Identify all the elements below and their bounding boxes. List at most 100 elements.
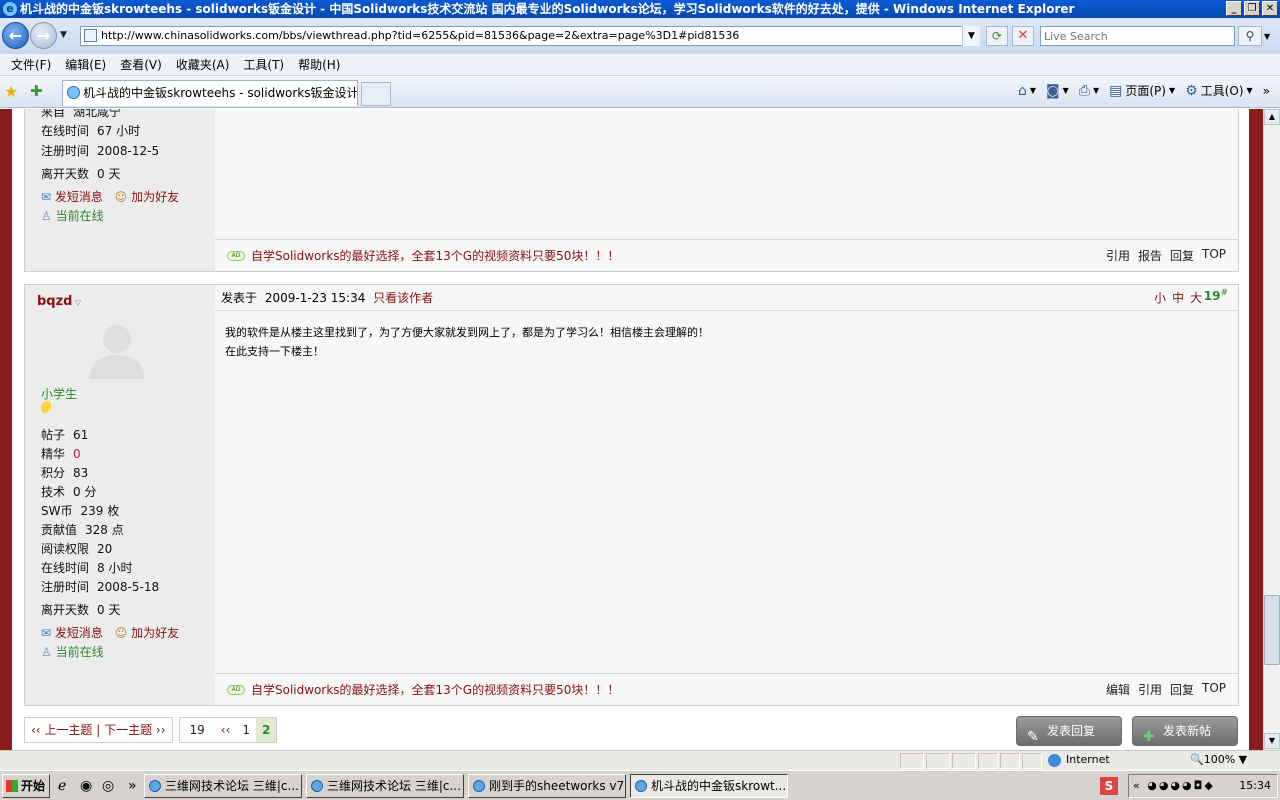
- favorites-star-icon[interactable]: ★: [4, 82, 18, 101]
- minimize-button[interactable]: _: [1226, 1, 1242, 16]
- quicklaunch-more-icon[interactable]: »: [128, 778, 137, 794]
- stat-register-date: 注册时间 2008-5-18: [41, 580, 160, 594]
- tab-current[interactable]: 机斗战的中金钣skrowteehs - solidworks钣金设计 - ...: [62, 80, 358, 106]
- top-link[interactable]: TOP: [1202, 681, 1226, 698]
- new-tab-button[interactable]: [361, 82, 391, 106]
- quote-link[interactable]: 引用: [1138, 681, 1162, 698]
- tools-menu[interactable]: ⚙ 工具(O) ▼: [1185, 82, 1253, 99]
- home-icon: ⌂: [1017, 82, 1027, 99]
- qq-quicklaunch-icon[interactable]: ◉: [80, 778, 92, 794]
- page-border-right: [1249, 109, 1263, 750]
- reply-link[interactable]: 回复: [1170, 681, 1194, 698]
- security-zone[interactable]: Internet: [1046, 753, 1110, 769]
- moon-icon: [41, 401, 55, 415]
- taskbar-item[interactable]: 三维网技术论坛 三维|c...: [144, 774, 302, 798]
- post-author-sidebar: 来自 湖北咸宁 在线时间 67 小时 注册时间 2008-12-5 离开天数 0 天 ✉…: [25, 109, 215, 271]
- ad-link[interactable]: 自学Solidworks的最好选择，全套13个G的视频资料只要50块！！！: [251, 247, 619, 264]
- rss-icon: ◙: [1046, 82, 1060, 99]
- search-input[interactable]: [1041, 27, 1234, 45]
- reply-link[interactable]: 回复: [1170, 247, 1194, 264]
- post-author-sidebar: bqzd ▽ 小学生 帖子 61 精华 0 积分 83 技术 0 分 SW币 239 枚 …: [25, 285, 215, 705]
- online-status-text: 当前在线: [55, 645, 104, 659]
- add-favorites-icon[interactable]: ✚: [30, 82, 43, 100]
- author-actions: ✉ 发短消息 ☺ 加为好友: [41, 624, 179, 643]
- recent-pages-dropdown[interactable]: ▼: [60, 30, 67, 40]
- gear-icon: ⚙: [1185, 82, 1198, 99]
- window-controls: _ ❐ ✕: [1226, 1, 1278, 16]
- more-commands-icon[interactable]: »: [1263, 84, 1270, 98]
- floor-number[interactable]: 19#: [1204, 288, 1228, 303]
- search-options-dropdown[interactable]: ▼: [1264, 32, 1270, 41]
- home-button[interactable]: ⌂ ▼: [1018, 83, 1036, 99]
- menu-view[interactable]: 查看(V): [113, 54, 169, 75]
- new-post-button[interactable]: ✚ 发表新帖: [1132, 716, 1238, 746]
- send-message-link[interactable]: 发短消息: [55, 626, 103, 640]
- menu-help[interactable]: 帮助(H): [291, 54, 347, 75]
- scroll-down-button[interactable]: ▼: [1264, 733, 1280, 749]
- page-prev[interactable]: ‹‹: [215, 718, 237, 742]
- taskbar-item[interactable]: 三维网技术论坛 三维|c...: [306, 774, 464, 798]
- edit-link[interactable]: 编辑: [1106, 681, 1130, 698]
- post-content: AD 自学Solidworks的最好选择，全套13个G的视频资料只要50块！！！…: [215, 109, 1238, 271]
- taskbar-item-active[interactable]: 机斗战的中金钣skrowt...: [630, 774, 788, 798]
- font-size-switch: 小 中 大: [1154, 289, 1202, 306]
- page-total: 19: [189, 723, 205, 737]
- back-button[interactable]: ←: [2, 22, 29, 49]
- search-icon[interactable]: ⚲: [1238, 26, 1262, 46]
- menu-edit[interactable]: 编辑(E): [58, 54, 113, 75]
- stop-icon[interactable]: ✕: [1012, 26, 1034, 46]
- font-large-link[interactable]: 大: [1190, 289, 1202, 306]
- taskbar-item[interactable]: 刚到手的sheetworks v7...: [468, 774, 626, 798]
- plus-icon: ✚: [1143, 729, 1155, 745]
- feeds-button[interactable]: ◙ ▼: [1046, 83, 1069, 99]
- stat-online-time: 在线时间 8 小时: [41, 561, 133, 575]
- font-medium-link[interactable]: 中: [1172, 289, 1184, 306]
- ie-icon: [473, 780, 485, 792]
- page-icon: [84, 29, 97, 42]
- scroll-up-button[interactable]: ▲: [1264, 109, 1280, 125]
- address-dropdown[interactable]: ▼: [962, 26, 980, 46]
- address-bar[interactable]: http://www.chinasolidworks.com/bbs/viewt…: [80, 26, 980, 46]
- ie-page-icon: [67, 86, 80, 99]
- user-icon: ♙: [41, 209, 52, 223]
- ime-icon[interactable]: S: [1100, 777, 1118, 795]
- add-friend-icon: ☺: [114, 626, 128, 640]
- page-link[interactable]: 1: [236, 718, 256, 742]
- report-link[interactable]: 报告: [1138, 247, 1162, 264]
- post-content: 发表于 2009-1-23 15:34 只看该作者 小 中 大 19# 我的软件…: [215, 285, 1238, 705]
- font-small-link[interactable]: 小: [1154, 289, 1166, 306]
- vertical-scrollbar[interactable]: ▲ ▼: [1263, 109, 1280, 750]
- close-button[interactable]: ✕: [1262, 1, 1278, 16]
- menu-tools[interactable]: 工具(T): [236, 54, 291, 75]
- restore-button[interactable]: ❐: [1244, 1, 1260, 16]
- reply-button[interactable]: ✎ 发表回复: [1016, 716, 1122, 746]
- menu-file[interactable]: 文件(F): [4, 54, 58, 75]
- post-actions: 编辑 引用 回复 TOP: [1106, 681, 1226, 698]
- forward-button[interactable]: →: [30, 22, 57, 49]
- start-button[interactable]: 开始: [2, 774, 50, 798]
- print-button[interactable]: ⎙ ▼: [1079, 83, 1099, 99]
- refresh-icon[interactable]: ⟳: [986, 26, 1008, 46]
- send-message-link[interactable]: 发短消息: [55, 190, 103, 204]
- user-rank: 小学生: [41, 387, 78, 401]
- only-author-link[interactable]: 只看该作者: [373, 291, 433, 305]
- add-friend-link[interactable]: 加为好友: [131, 626, 179, 640]
- tab-bar: ★ ✚ 机斗战的中金钣skrowteehs - solidworks钣金设计 -…: [0, 76, 1280, 108]
- search-box[interactable]: [1040, 26, 1235, 46]
- tray-icons[interactable]: « ◕◕◕◕◘◆: [1133, 775, 1215, 797]
- app-quicklaunch-icon[interactable]: ◎: [102, 778, 114, 794]
- scroll-thumb[interactable]: [1264, 595, 1280, 665]
- quote-link[interactable]: 引用: [1106, 247, 1130, 264]
- zoom-level[interactable]: 🔍100% ▼: [1190, 753, 1247, 769]
- add-friend-link[interactable]: 加为好友: [131, 190, 179, 204]
- prev-next-thread[interactable]: ‹‹ 上一主题 | 下一主题 ››: [24, 717, 173, 743]
- top-link[interactable]: TOP: [1202, 247, 1226, 264]
- author-username[interactable]: bqzd ▽: [37, 294, 81, 309]
- avatar: [89, 325, 145, 379]
- ie-quicklaunch-icon[interactable]: ℯ: [58, 778, 66, 794]
- ad-link[interactable]: 自学Solidworks的最好选择，全套13个G的视频资料只要50块！！！: [251, 681, 619, 698]
- windows-flag-icon: [6, 780, 18, 792]
- menu-favorites[interactable]: 收藏夹(A): [169, 54, 237, 75]
- page-menu[interactable]: ▤ 页面(P) ▼: [1109, 82, 1175, 99]
- author-from: 来自 湖北咸宁: [41, 109, 122, 119]
